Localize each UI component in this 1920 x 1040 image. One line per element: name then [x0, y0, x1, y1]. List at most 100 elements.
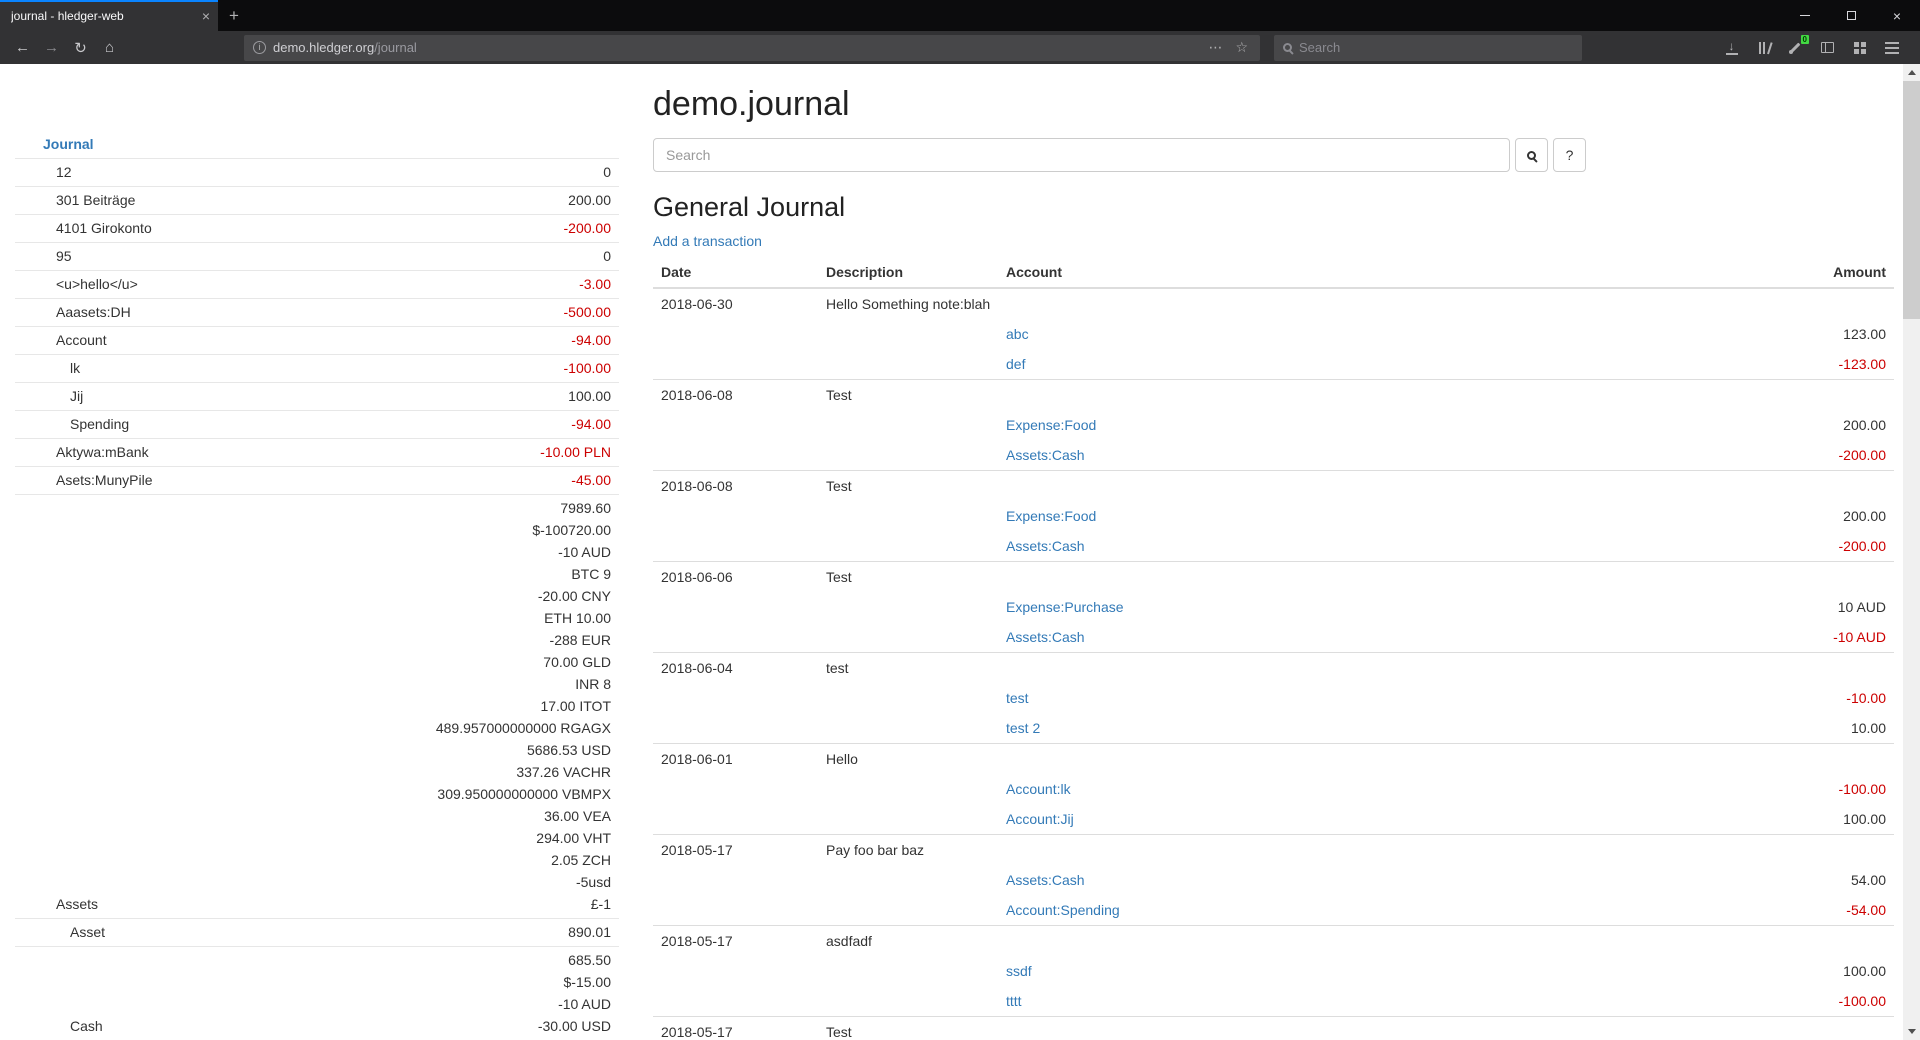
- account-name: Aaasets:DH: [15, 301, 131, 323]
- close-button[interactable]: ×: [1874, 0, 1920, 31]
- site-info-icon[interactable]: i: [253, 41, 266, 54]
- maximize-button[interactable]: [1828, 0, 1874, 31]
- transaction-date: 2018-05-17: [653, 1017, 818, 1040]
- posting-account: Account:Spending: [998, 895, 1558, 926]
- back-button[interactable]: ←: [8, 33, 37, 62]
- posting-amount: -100.00: [1558, 774, 1894, 804]
- new-tab-button[interactable]: +: [218, 0, 250, 31]
- sidebar-account-row[interactable]: 950: [15, 243, 619, 271]
- empty-cell: [653, 986, 818, 1017]
- sidebar-account-row[interactable]: Cash685.50$-15.00-10 AUD-30.00 USD: [15, 947, 619, 1040]
- empty-cell: [653, 683, 818, 713]
- account-balance: 685.50$-15.00-10 AUD-30.00 USD: [103, 949, 619, 1037]
- posting-account-link[interactable]: Account:Jij: [1006, 811, 1074, 827]
- sidebar-account-row[interactable]: Aktywa:mBank-10.00 PLN: [15, 439, 619, 467]
- close-icon: ×: [1893, 8, 1901, 24]
- column-header-account: Account: [998, 257, 1558, 288]
- page-actions-icon[interactable]: ⋯: [1205, 39, 1225, 56]
- sidebar-account-row[interactable]: Asset890.01: [15, 919, 619, 947]
- posting-account-link[interactable]: Expense:Food: [1006, 417, 1096, 433]
- posting-account-link[interactable]: Expense:Food: [1006, 508, 1096, 524]
- browser-search-field[interactable]: Search: [1274, 35, 1582, 61]
- posting-account-link[interactable]: Assets:Cash: [1006, 629, 1085, 645]
- account-balance: -94.00: [107, 329, 619, 351]
- posting-account-link[interactable]: abc: [1006, 326, 1029, 342]
- balance-amount: $-15.00: [103, 971, 611, 993]
- account-name: Account: [15, 329, 107, 351]
- scroll-down-button[interactable]: [1903, 1023, 1920, 1040]
- posting-account-link[interactable]: test: [1006, 690, 1029, 706]
- account-name: Jij: [15, 385, 83, 407]
- add-transaction-link[interactable]: Add a transaction: [653, 233, 762, 249]
- browser-tab[interactable]: journal - hledger-web ×: [0, 0, 218, 31]
- account-balance: 890.01: [105, 921, 619, 943]
- posting-account-link[interactable]: Assets:Cash: [1006, 538, 1085, 554]
- sidebar-account-row[interactable]: Aaasets:DH-500.00: [15, 299, 619, 327]
- sidebar-account-row[interactable]: Asets:MunyPile-45.00: [15, 467, 619, 495]
- apps-grid-button[interactable]: [1845, 33, 1874, 62]
- tab-close-icon[interactable]: ×: [202, 9, 210, 23]
- downloads-button[interactable]: ↓: [1717, 33, 1746, 62]
- journal-table-body: 2018-06-30Hello Something note:blahabc12…: [653, 288, 1894, 1040]
- column-header-description: Description: [818, 257, 998, 288]
- sidebar-account-row[interactable]: Assets7989.60$-100720.00-10 AUDBTC 9-20.…: [15, 495, 619, 919]
- balance-amount: 337.26 VACHR: [98, 761, 611, 783]
- account-balance: -94.00: [129, 413, 619, 435]
- sidebar-toggle-button[interactable]: [1813, 33, 1842, 62]
- empty-cell: [818, 865, 998, 895]
- reload-button[interactable]: ↻: [66, 33, 95, 62]
- page-scrollbar[interactable]: [1903, 64, 1920, 1040]
- posting-row: Assets:Cash-10 AUD: [653, 622, 1894, 653]
- sidebar-journal-link[interactable]: Journal: [43, 133, 94, 155]
- empty-cell: [818, 804, 998, 835]
- balance-amount: 0: [72, 245, 611, 267]
- posting-account-link[interactable]: Account:lk: [1006, 781, 1071, 797]
- balance-amount: -30.00 USD: [103, 1015, 611, 1037]
- sidebar-account-row[interactable]: lk-100.00: [15, 355, 619, 383]
- account-name: 301 Beiträge: [15, 189, 135, 211]
- search-help-button[interactable]: ?: [1553, 138, 1586, 172]
- empty-cell: [653, 592, 818, 622]
- posting-account-link[interactable]: tttt: [1006, 993, 1022, 1009]
- sidebar-account-row[interactable]: <u>hello</u>-3.00: [15, 271, 619, 299]
- extension-button[interactable]: 0: [1781, 33, 1810, 62]
- posting-account-link[interactable]: test 2: [1006, 720, 1040, 736]
- balance-amount: 489.957000000000 RGAGX: [98, 717, 611, 739]
- balance-amount: 36.00 VEA: [98, 805, 611, 827]
- home-button[interactable]: ⌂: [95, 33, 124, 62]
- home-icon: ⌂: [105, 39, 114, 56]
- scrollbar-thumb[interactable]: [1903, 81, 1920, 319]
- transaction-description: Hello: [818, 744, 1894, 775]
- accounts-sidebar: Journal 120301 Beiträge200.004101 Giroko…: [15, 131, 619, 1040]
- bookmark-star-icon[interactable]: ☆: [1232, 39, 1251, 56]
- transaction-description: Pay foo bar baz: [818, 835, 1894, 866]
- sidebar-account-row[interactable]: 120: [15, 159, 619, 187]
- sidebar-account-row[interactable]: Spending-94.00: [15, 411, 619, 439]
- search-icon: [1283, 43, 1292, 52]
- sidebar-account-row[interactable]: Account-94.00: [15, 327, 619, 355]
- sidebar-account-row[interactable]: 4101 Girokonto-200.00: [15, 215, 619, 243]
- url-path: /journal: [374, 40, 417, 55]
- url-bar[interactable]: i demo.hledger.org/journal ⋯ ☆: [244, 35, 1260, 61]
- posting-row: Expense:Purchase10 AUD: [653, 592, 1894, 622]
- posting-account-link[interactable]: Expense:Purchase: [1006, 599, 1124, 615]
- posting-row: Expense:Food200.00: [653, 501, 1894, 531]
- window-controls: ×: [1782, 0, 1920, 31]
- sidebar-account-row[interactable]: Jij100.00: [15, 383, 619, 411]
- posting-account-link[interactable]: Account:Spending: [1006, 902, 1120, 918]
- sidebar-account-row[interactable]: 301 Beiträge200.00: [15, 187, 619, 215]
- forward-button[interactable]: →: [37, 33, 66, 62]
- posting-account-link[interactable]: Assets:Cash: [1006, 872, 1085, 888]
- library-button[interactable]: [1749, 33, 1778, 62]
- posting-account-link[interactable]: ssdf: [1006, 963, 1032, 979]
- minimize-button[interactable]: [1782, 0, 1828, 31]
- journal-search-input[interactable]: [653, 138, 1510, 172]
- search-submit-button[interactable]: [1515, 138, 1548, 172]
- forward-icon: →: [44, 39, 59, 56]
- posting-amount: 10.00: [1558, 713, 1894, 744]
- empty-cell: [818, 774, 998, 804]
- posting-account-link[interactable]: Assets:Cash: [1006, 447, 1085, 463]
- scroll-up-button[interactable]: [1903, 64, 1920, 81]
- menu-button[interactable]: [1877, 33, 1906, 62]
- posting-account-link[interactable]: def: [1006, 356, 1025, 372]
